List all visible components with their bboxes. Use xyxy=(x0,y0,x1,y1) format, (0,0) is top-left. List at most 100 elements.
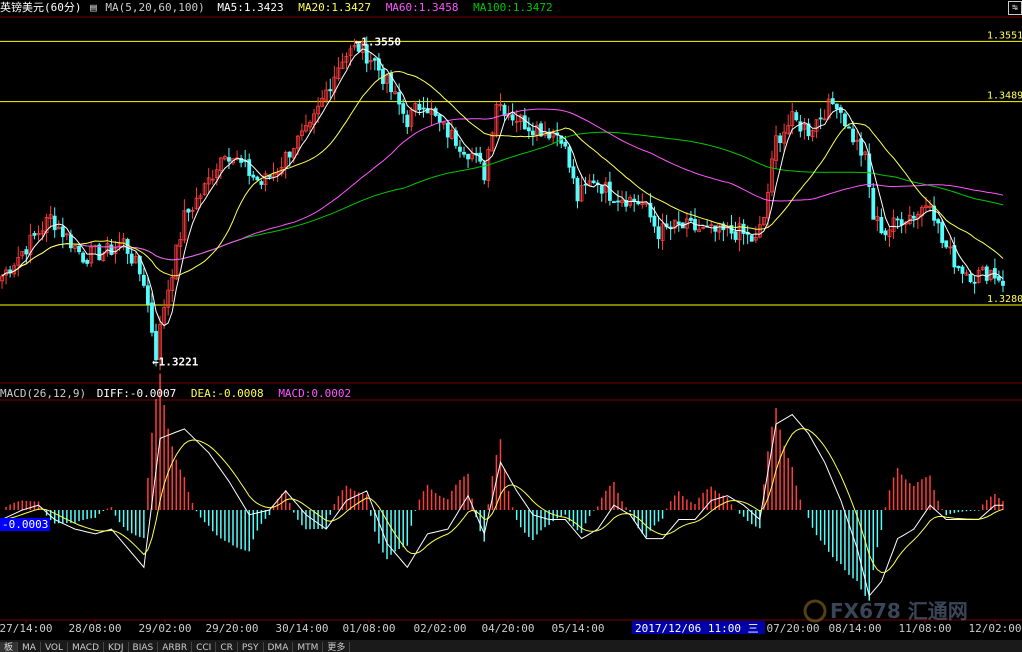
chart-window: 英镑美元(60分) ▤ MA(5,20,60,100) MA5:1.3423 M… xyxy=(0,0,1022,652)
candle-body xyxy=(652,215,657,227)
tab-bias[interactable]: BIAS xyxy=(129,642,159,652)
price-macd-chart: 1.3551 1.3489 1.3280 ←1.3550 ←1.3221 -0.0003 F… xyxy=(0,16,1022,635)
price-axis-label: 1.3551 xyxy=(987,30,1022,41)
candle-body xyxy=(186,208,191,213)
tab-kdj[interactable]: KDJ xyxy=(104,642,129,652)
candle-body xyxy=(287,151,292,158)
candle-body xyxy=(563,141,568,147)
candle-body xyxy=(830,98,835,105)
candle-body xyxy=(255,176,260,181)
x-tick-label: 01/08:00 xyxy=(343,622,396,635)
x-tick-label: 30/14:00 xyxy=(276,622,329,635)
candle-body xyxy=(445,122,450,138)
candle-body xyxy=(526,127,531,132)
candle-body xyxy=(851,128,855,143)
candle-body xyxy=(571,166,576,179)
macd-current-label: -0.0003 xyxy=(2,518,48,531)
x-tick-label: 05/14:00 xyxy=(552,622,605,635)
candle-body xyxy=(530,130,535,136)
candle-body xyxy=(733,231,738,240)
tab-vol[interactable]: VOL xyxy=(41,642,69,652)
candle-body xyxy=(328,89,333,92)
x-tick-label: 27/14:00 xyxy=(0,622,52,635)
x-tick-label: 29/02:00 xyxy=(139,622,192,635)
candle-body xyxy=(911,215,916,219)
candle-body xyxy=(69,234,73,249)
candle-body xyxy=(859,138,864,156)
candle-body xyxy=(936,219,941,224)
candle-body xyxy=(81,252,85,263)
candle-body xyxy=(417,103,422,111)
candle-body xyxy=(591,180,596,184)
candle-body xyxy=(251,174,256,178)
candle-body xyxy=(32,233,37,236)
candle-body xyxy=(575,177,580,202)
candle-body xyxy=(599,185,604,194)
candle-body xyxy=(85,260,90,264)
tab-dma[interactable]: DMA xyxy=(264,642,294,652)
candle-body xyxy=(146,285,150,305)
candle-body xyxy=(960,266,965,274)
x-tick-label: 29/20:00 xyxy=(206,622,259,635)
candle-body xyxy=(421,107,426,110)
candle-body xyxy=(713,225,718,232)
x-tick-label: 11/08:00 xyxy=(899,622,952,635)
tab-cci[interactable]: CCI xyxy=(192,642,217,652)
tab-cr[interactable]: CR xyxy=(216,642,238,652)
candle-body xyxy=(968,273,973,283)
candle-body xyxy=(60,226,65,238)
candle-body xyxy=(879,216,884,234)
candle-body xyxy=(956,265,961,269)
candle-body xyxy=(397,92,402,105)
candle-body xyxy=(437,114,442,123)
candle-body xyxy=(401,103,406,114)
candle-body xyxy=(843,113,847,127)
candle-body xyxy=(689,217,693,221)
candle-body xyxy=(997,276,1001,281)
candle-body xyxy=(405,114,410,128)
tab-更多[interactable]: 更多 xyxy=(323,642,351,652)
candle-body xyxy=(1001,280,1005,286)
candle-body xyxy=(607,181,612,201)
tab-arbr[interactable]: ARBR xyxy=(158,642,193,652)
tab-macd[interactable]: MACD xyxy=(68,642,105,652)
candle-body xyxy=(847,126,851,129)
x-tick-label: 07/20:00 xyxy=(767,622,820,635)
candle-body xyxy=(109,244,114,255)
candle-body xyxy=(141,274,146,286)
high-annotation: ←1.3550 xyxy=(355,35,401,48)
candle-body xyxy=(77,245,81,253)
macd-value: MACD:0.0002 xyxy=(278,387,352,400)
tab-ma[interactable]: MA xyxy=(18,642,41,652)
candle-body xyxy=(944,240,949,248)
candle-body xyxy=(895,218,900,221)
candle-body xyxy=(372,58,377,61)
tab-panel[interactable]: 板 xyxy=(0,642,19,652)
watermark-logo xyxy=(803,599,827,623)
candle-body xyxy=(778,135,782,144)
x-tick-label: 04/20:00 xyxy=(482,622,535,635)
ma100-line xyxy=(1,131,1004,277)
watermark-text: FX678 汇通网 xyxy=(830,599,968,623)
x-tick-label: 08/14:00 xyxy=(829,622,882,635)
candle-body xyxy=(798,121,803,132)
price-axis-label: 1.3280 xyxy=(987,294,1022,305)
low-annotation: ←1.3221 xyxy=(152,355,199,368)
candle-body xyxy=(616,200,620,203)
tab-mtm[interactable]: MTM xyxy=(293,642,324,652)
x-tick-label: 28/08:00 xyxy=(69,622,122,635)
candle-body xyxy=(227,157,231,162)
indicator-tabs: 板 MA VOL MACD KDJ BIAS ARBR CCI CR PSY DMA MTM 更多 xyxy=(0,640,1022,652)
macd-header: MACD(26,12,9) DIFF:-0.0007 DEA:-0.0008 M… xyxy=(0,386,1022,402)
tab-psy[interactable]: PSY xyxy=(238,642,264,652)
candle-body xyxy=(676,221,681,225)
candle-body xyxy=(150,302,154,333)
candle-body xyxy=(871,188,876,220)
candle-body xyxy=(984,266,989,281)
x-tick-label: 02/02:00 xyxy=(414,622,467,635)
candle-body xyxy=(52,215,57,231)
candle-body xyxy=(940,221,945,243)
price-axis-label: 1.3489 xyxy=(987,91,1022,102)
candle-body xyxy=(510,114,515,121)
candle-body xyxy=(749,235,754,242)
